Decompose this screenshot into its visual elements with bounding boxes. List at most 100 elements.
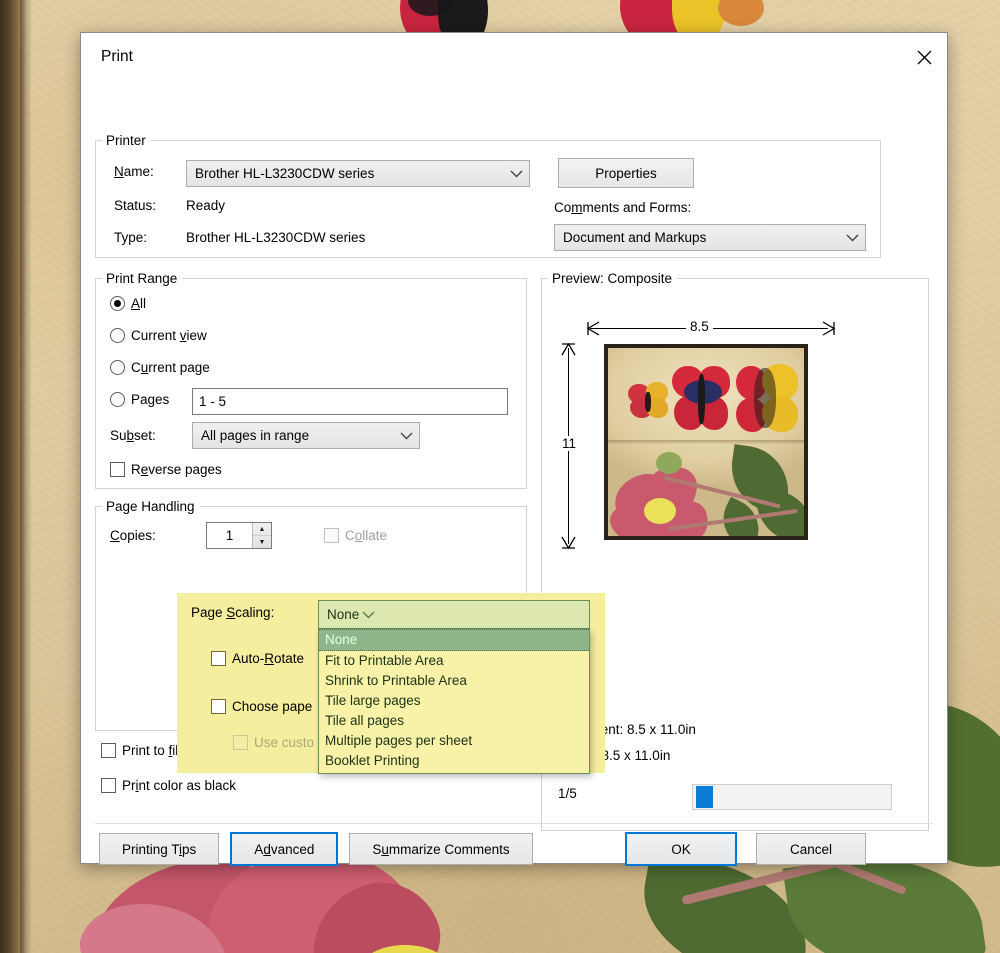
radio-all-label: All bbox=[131, 296, 147, 311]
radio-current-page-label: Current page bbox=[131, 360, 210, 375]
checkbox-indicator bbox=[211, 651, 226, 666]
checkbox-indicator bbox=[324, 528, 339, 543]
radio-all[interactable]: All bbox=[110, 296, 146, 311]
preview-butterfly-small bbox=[628, 380, 670, 422]
spinner-up-icon[interactable]: ▲ bbox=[253, 523, 271, 536]
checkbox-indicator bbox=[233, 735, 248, 750]
subset-label: Subset: bbox=[110, 428, 156, 443]
comments-forms-label: Comments and Forms: bbox=[554, 200, 692, 215]
chevron-down-icon bbox=[359, 601, 377, 628]
checkbox-indicator bbox=[211, 699, 226, 714]
preview-page-slider[interactable] bbox=[692, 784, 892, 810]
page-indicator: 1/5 bbox=[558, 786, 577, 801]
printer-status-label: Status: bbox=[114, 198, 157, 213]
comments-forms-combobox[interactable]: Document and Markups bbox=[554, 224, 866, 251]
radio-current-page[interactable]: Current page bbox=[110, 360, 210, 375]
scaling-option[interactable]: Shrink to Printable Area bbox=[319, 671, 589, 691]
page-scaling-combobox[interactable]: None bbox=[318, 600, 590, 629]
scaling-option[interactable]: Tile all pages bbox=[319, 711, 589, 731]
radio-indicator bbox=[110, 328, 125, 343]
dialog-title: Print bbox=[101, 48, 133, 65]
chevron-down-icon bbox=[507, 161, 525, 186]
properties-button[interactable]: Properties bbox=[558, 158, 694, 188]
dialog-titlebar: Print bbox=[81, 33, 947, 81]
printer-status-value: Ready bbox=[186, 198, 226, 213]
scaling-option[interactable]: Fit to Printable Area bbox=[319, 651, 589, 671]
pages-input[interactable]: 1 - 5 bbox=[192, 388, 508, 415]
slider-thumb[interactable] bbox=[696, 786, 713, 808]
copies-spinner-arrows[interactable]: ▲ ▼ bbox=[252, 523, 271, 548]
cancel-button[interactable]: Cancel bbox=[756, 833, 866, 865]
printer-name-label: Name: bbox=[114, 164, 154, 179]
choose-paper-source-checkbox[interactable]: Choose pape bbox=[211, 699, 312, 714]
footer-left-buttons: Printing Tips Advanced Summarize Comment… bbox=[99, 832, 533, 866]
radio-pages-label: Pages bbox=[131, 392, 170, 407]
footer-action-buttons: OK Cancel bbox=[625, 832, 866, 866]
radio-current-view[interactable]: Current view bbox=[110, 328, 207, 343]
page-scaling-label: Page Scaling: bbox=[191, 605, 275, 620]
printing-tips-button[interactable]: Printing Tips bbox=[99, 833, 220, 865]
print-range-legend: Print Range bbox=[106, 271, 178, 286]
copies-label: Copies: bbox=[110, 528, 156, 543]
dimension-arrow-down bbox=[561, 536, 576, 550]
reverse-pages-checkbox[interactable]: Reverse pages bbox=[110, 462, 222, 477]
radio-indicator bbox=[110, 296, 125, 311]
preview-butterfly-right bbox=[736, 364, 800, 436]
radio-pages[interactable]: Pages bbox=[110, 392, 169, 407]
radio-indicator bbox=[110, 392, 125, 407]
radio-indicator bbox=[110, 360, 125, 375]
ok-button[interactable]: OK bbox=[625, 832, 737, 866]
print-range-group: Print Range All Current view Current pag… bbox=[95, 271, 527, 489]
auto-rotate-checkbox[interactable]: Auto-Rotate bbox=[211, 651, 304, 666]
dialog-body: Printer Name: Brother HL-L3230CDW series… bbox=[81, 81, 947, 866]
width-dimension-label: 8.5 bbox=[686, 319, 713, 334]
printer-group: Printer Name: Brother HL-L3230CDW series… bbox=[95, 133, 881, 258]
print-color-as-black-label: Print color as black bbox=[122, 778, 237, 793]
auto-rotate-label: Auto-Rotate bbox=[232, 651, 305, 666]
checkbox-indicator bbox=[101, 743, 116, 758]
radio-current-view-label: Current view bbox=[131, 328, 207, 343]
scaling-option[interactable]: Multiple pages per sheet bbox=[319, 731, 589, 751]
page-handling-legend: Page Handling bbox=[106, 499, 195, 514]
collate-checkbox: Collate bbox=[324, 528, 387, 543]
pages-input-value: 1 - 5 bbox=[199, 394, 227, 409]
chevron-down-icon bbox=[397, 423, 415, 448]
comments-forms-value: Document and Markups bbox=[563, 230, 707, 245]
printer-type-value: Brother HL-L3230CDW series bbox=[186, 230, 366, 245]
printer-group-legend: Printer bbox=[106, 133, 146, 148]
scaling-option[interactable]: Booklet Printing bbox=[319, 751, 589, 771]
print-color-as-black-checkbox[interactable]: Print color as black bbox=[101, 778, 236, 793]
close-icon[interactable] bbox=[901, 34, 947, 80]
footer-divider bbox=[95, 823, 933, 824]
page-scaling-value: None bbox=[327, 607, 360, 622]
subset-combobox[interactable]: All pages in range bbox=[192, 422, 420, 449]
use-custom-paper-label: Use custo bbox=[254, 735, 315, 750]
choose-paper-source-label: Choose pape bbox=[232, 699, 313, 714]
reverse-pages-label: Reverse pages bbox=[131, 462, 222, 477]
collate-label: Collate bbox=[345, 528, 388, 543]
dimension-arrow-up bbox=[561, 342, 576, 356]
subset-value: All pages in range bbox=[201, 428, 310, 443]
height-dimension-label: 11 bbox=[558, 436, 581, 451]
printer-type-label: Type: bbox=[114, 230, 148, 245]
book-binding-shadow bbox=[20, 0, 32, 953]
preview-legend: Preview: Composite bbox=[552, 271, 673, 286]
chevron-down-icon bbox=[843, 225, 861, 250]
preview-butterfly-center bbox=[672, 366, 732, 432]
copies-stepper[interactable]: 1 ▲ ▼ bbox=[206, 522, 272, 549]
advanced-button[interactable]: Advanced bbox=[230, 832, 339, 866]
dimension-arrow-left bbox=[586, 321, 600, 336]
preview-page-divider bbox=[608, 440, 804, 445]
summarize-comments-button[interactable]: Summarize Comments bbox=[349, 833, 533, 865]
scaling-option[interactable]: None bbox=[319, 629, 589, 651]
checkbox-indicator bbox=[101, 778, 116, 793]
spinner-down-icon[interactable]: ▼ bbox=[253, 536, 271, 548]
scaling-option[interactable]: Tile large pages bbox=[319, 691, 589, 711]
preview-bud bbox=[656, 452, 682, 474]
copies-value: 1 bbox=[225, 528, 234, 543]
checkbox-indicator bbox=[110, 462, 125, 477]
page-scaling-dropdown-list[interactable]: None Fit to Printable Area Shrink to Pri… bbox=[318, 629, 590, 774]
printer-name-value: Brother HL-L3230CDW series bbox=[195, 166, 375, 181]
dimension-arrow-right bbox=[822, 321, 836, 336]
printer-name-combobox[interactable]: Brother HL-L3230CDW series bbox=[186, 160, 530, 187]
